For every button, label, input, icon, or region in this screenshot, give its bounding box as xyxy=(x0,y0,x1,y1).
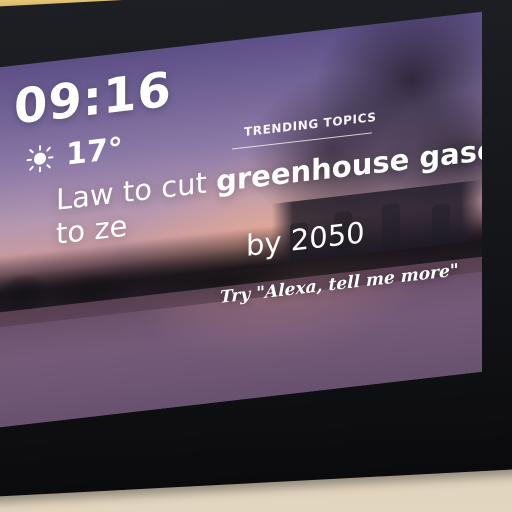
headline-text-emphasis: greenhouse gases xyxy=(216,130,482,199)
temperature: 17° xyxy=(66,131,123,173)
smart-display-device: 09:16 17° TRENDING TOPICS Law to cut gre… xyxy=(0,0,512,499)
weather-widget[interactable]: 17° xyxy=(26,131,123,177)
screen-overlay: 09:16 17° TRENDING TOPICS Law to cut gre… xyxy=(0,12,482,430)
clock-time: 09:16 xyxy=(14,61,172,136)
headline-text-pre: Law to cut xyxy=(56,164,217,217)
sun-icon xyxy=(26,143,54,174)
home-screen[interactable]: 09:16 17° TRENDING TOPICS Law to cut gre… xyxy=(0,11,482,430)
alexa-prompt-hint: Try "Alexa, tell me more" xyxy=(220,260,459,308)
